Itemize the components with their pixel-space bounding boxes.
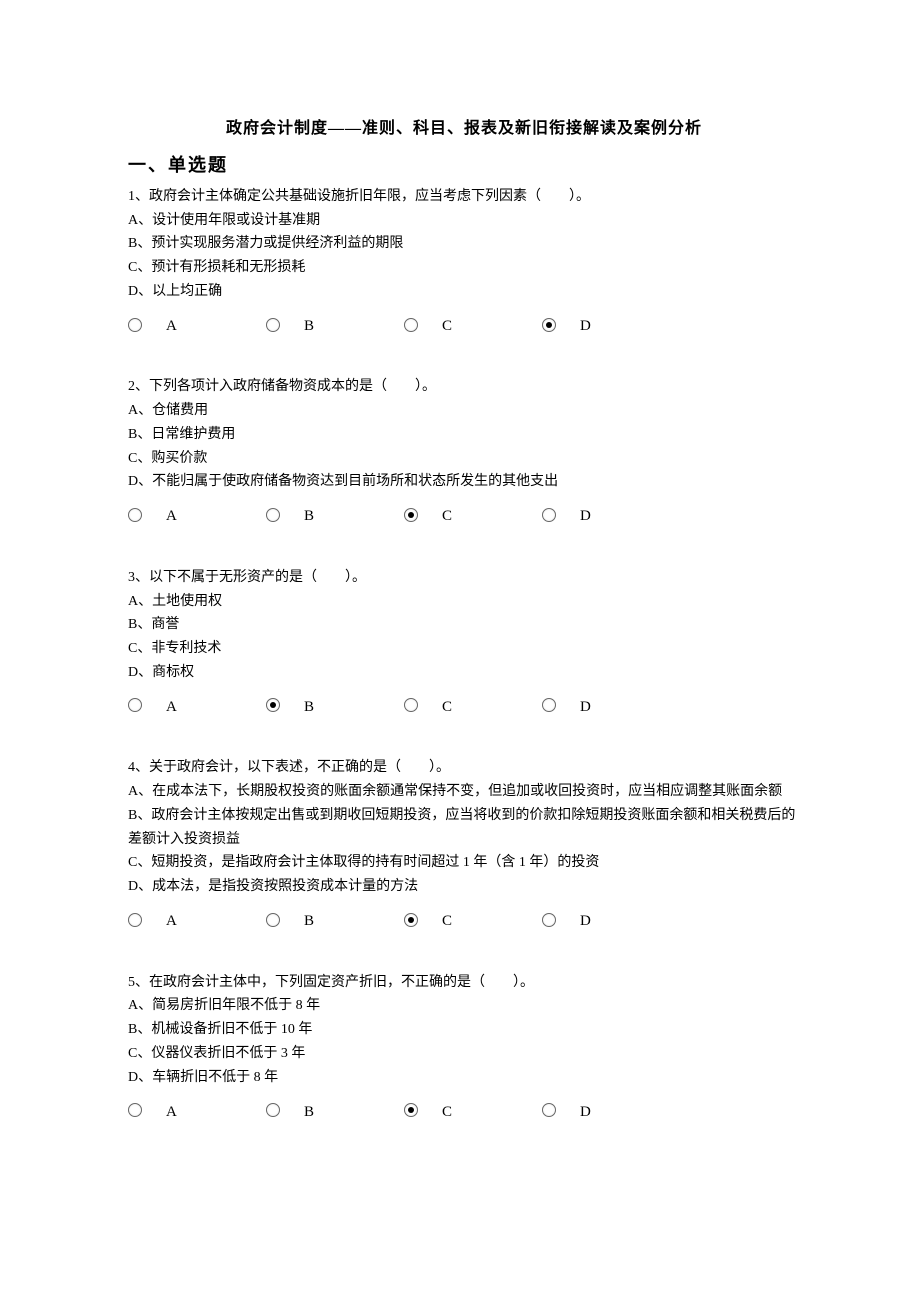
radio-choice-c[interactable]: C bbox=[404, 1100, 542, 1126]
radio-icon bbox=[542, 913, 556, 927]
radio-label: A bbox=[166, 314, 177, 340]
radio-row: A B C D bbox=[128, 314, 800, 340]
radio-icon bbox=[404, 698, 418, 712]
radio-label: B bbox=[304, 1100, 314, 1126]
radio-choice-c[interactable]: C bbox=[404, 695, 542, 721]
radio-icon bbox=[266, 318, 280, 332]
radio-choice-b[interactable]: B bbox=[266, 504, 404, 530]
radio-label: C bbox=[442, 314, 452, 340]
question-option-b: B、预计实现服务潜力或提供经济利益的期限 bbox=[128, 232, 800, 256]
radio-label: C bbox=[442, 695, 452, 721]
question-option-a: A、仓储费用 bbox=[128, 399, 800, 423]
question-option-a: A、设计使用年限或设计基准期 bbox=[128, 209, 800, 233]
radio-icon bbox=[404, 318, 418, 332]
radio-label: D bbox=[580, 314, 591, 340]
radio-choice-b[interactable]: B bbox=[266, 1100, 404, 1126]
question-option-a: A、土地使用权 bbox=[128, 590, 800, 614]
radio-choice-b[interactable]: B bbox=[266, 314, 404, 340]
question-option-b: B、日常维护费用 bbox=[128, 423, 800, 447]
question-3: 3、以下不属于无形资产的是（ ）。 A、土地使用权 B、商誉 C、非专利技术 D… bbox=[128, 566, 800, 720]
radio-icon bbox=[266, 913, 280, 927]
question-option-c: C、仪器仪表折旧不低于 3 年 bbox=[128, 1042, 800, 1066]
radio-choice-b[interactable]: B bbox=[266, 695, 404, 721]
radio-label: C bbox=[442, 909, 452, 935]
radio-icon-selected bbox=[404, 913, 418, 927]
question-option-a: A、简易房折旧年限不低于 8 年 bbox=[128, 994, 800, 1018]
radio-icon bbox=[542, 1103, 556, 1117]
question-stem: 4、关于政府会计，以下表述，不正确的是（ ）。 bbox=[128, 756, 800, 780]
radio-choice-a[interactable]: A bbox=[128, 504, 266, 530]
radio-label: B bbox=[304, 909, 314, 935]
radio-label: B bbox=[304, 314, 314, 340]
radio-icon bbox=[266, 508, 280, 522]
radio-icon bbox=[128, 318, 142, 332]
question-option-c: C、短期投资，是指政府会计主体取得的持有时间超过 1 年（含 1 年）的投资 bbox=[128, 851, 800, 875]
radio-label: A bbox=[166, 695, 177, 721]
page-title: 政府会计制度——准则、科目、报表及新旧衔接解读及案例分析 bbox=[128, 115, 800, 142]
radio-icon bbox=[128, 913, 142, 927]
radio-label: C bbox=[442, 504, 452, 530]
question-stem: 2、下列各项计入政府储备物资成本的是（ ）。 bbox=[128, 375, 800, 399]
radio-choice-d[interactable]: D bbox=[542, 695, 680, 721]
radio-icon bbox=[542, 508, 556, 522]
radio-choice-c[interactable]: C bbox=[404, 314, 542, 340]
question-1: 1、政府会计主体确定公共基础设施折旧年限，应当考虑下列因素（ ）。 A、设计使用… bbox=[128, 185, 800, 339]
question-option-c: C、非专利技术 bbox=[128, 637, 800, 661]
question-option-d: D、不能归属于使政府储备物资达到目前场所和状态所发生的其他支出 bbox=[128, 470, 800, 494]
question-option-b: B、商誉 bbox=[128, 613, 800, 637]
radio-choice-c[interactable]: C bbox=[404, 909, 542, 935]
radio-label: B bbox=[304, 504, 314, 530]
radio-label: D bbox=[580, 909, 591, 935]
radio-icon bbox=[128, 698, 142, 712]
radio-choice-a[interactable]: A bbox=[128, 695, 266, 721]
question-stem: 3、以下不属于无形资产的是（ ）。 bbox=[128, 566, 800, 590]
radio-choice-d[interactable]: D bbox=[542, 314, 680, 340]
radio-icon bbox=[266, 1103, 280, 1117]
question-2: 2、下列各项计入政府储备物资成本的是（ ）。 A、仓储费用 B、日常维护费用 C… bbox=[128, 375, 800, 529]
radio-icon bbox=[128, 1103, 142, 1117]
question-option-d: D、车辆折旧不低于 8 年 bbox=[128, 1066, 800, 1090]
radio-icon bbox=[128, 508, 142, 522]
question-4: 4、关于政府会计，以下表述，不正确的是（ ）。 A、在成本法下，长期股权投资的账… bbox=[128, 756, 800, 934]
radio-icon-selected bbox=[266, 698, 280, 712]
radio-choice-a[interactable]: A bbox=[128, 314, 266, 340]
radio-label: D bbox=[580, 1100, 591, 1126]
radio-row: A B C D bbox=[128, 909, 800, 935]
question-option-b: B、机械设备折旧不低于 10 年 bbox=[128, 1018, 800, 1042]
question-option-d: D、商标权 bbox=[128, 661, 800, 685]
radio-icon-selected bbox=[404, 1103, 418, 1117]
question-5: 5、在政府会计主体中，下列固定资产折旧，不正确的是（ ）。 A、简易房折旧年限不… bbox=[128, 971, 800, 1125]
radio-icon bbox=[542, 698, 556, 712]
radio-icon-selected bbox=[542, 318, 556, 332]
radio-label: A bbox=[166, 909, 177, 935]
radio-choice-a[interactable]: A bbox=[128, 1100, 266, 1126]
radio-label: A bbox=[166, 1100, 177, 1126]
radio-row: A B C D bbox=[128, 695, 800, 721]
question-option-c: C、购买价款 bbox=[128, 447, 800, 471]
question-option-d: D、成本法，是指投资按照投资成本计量的方法 bbox=[128, 875, 800, 899]
question-stem: 5、在政府会计主体中，下列固定资产折旧，不正确的是（ ）。 bbox=[128, 971, 800, 995]
radio-choice-a[interactable]: A bbox=[128, 909, 266, 935]
question-option-a: A、在成本法下，长期股权投资的账面余额通常保持不变，但追加或收回投资时，应当相应… bbox=[128, 780, 800, 804]
radio-label: D bbox=[580, 695, 591, 721]
question-option-d: D、以上均正确 bbox=[128, 280, 800, 304]
question-option-c: C、预计有形损耗和无形损耗 bbox=[128, 256, 800, 280]
radio-choice-c[interactable]: C bbox=[404, 504, 542, 530]
radio-label: A bbox=[166, 504, 177, 530]
radio-icon-selected bbox=[404, 508, 418, 522]
radio-row: A B C D bbox=[128, 504, 800, 530]
question-option-b: B、政府会计主体按规定出售或到期收回短期投资，应当将收到的价款扣除短期投资账面余… bbox=[128, 804, 800, 852]
radio-choice-d[interactable]: D bbox=[542, 504, 680, 530]
radio-label: D bbox=[580, 504, 591, 530]
radio-label: B bbox=[304, 695, 314, 721]
radio-choice-d[interactable]: D bbox=[542, 909, 680, 935]
document-page: 政府会计制度——准则、科目、报表及新旧衔接解读及案例分析 一、单选题 1、政府会… bbox=[0, 0, 920, 1302]
radio-row: A B C D bbox=[128, 1100, 800, 1126]
radio-choice-d[interactable]: D bbox=[542, 1100, 680, 1126]
radio-choice-b[interactable]: B bbox=[266, 909, 404, 935]
question-stem: 1、政府会计主体确定公共基础设施折旧年限，应当考虑下列因素（ ）。 bbox=[128, 185, 800, 209]
section-heading: 一、单选题 bbox=[128, 150, 800, 181]
radio-label: C bbox=[442, 1100, 452, 1126]
